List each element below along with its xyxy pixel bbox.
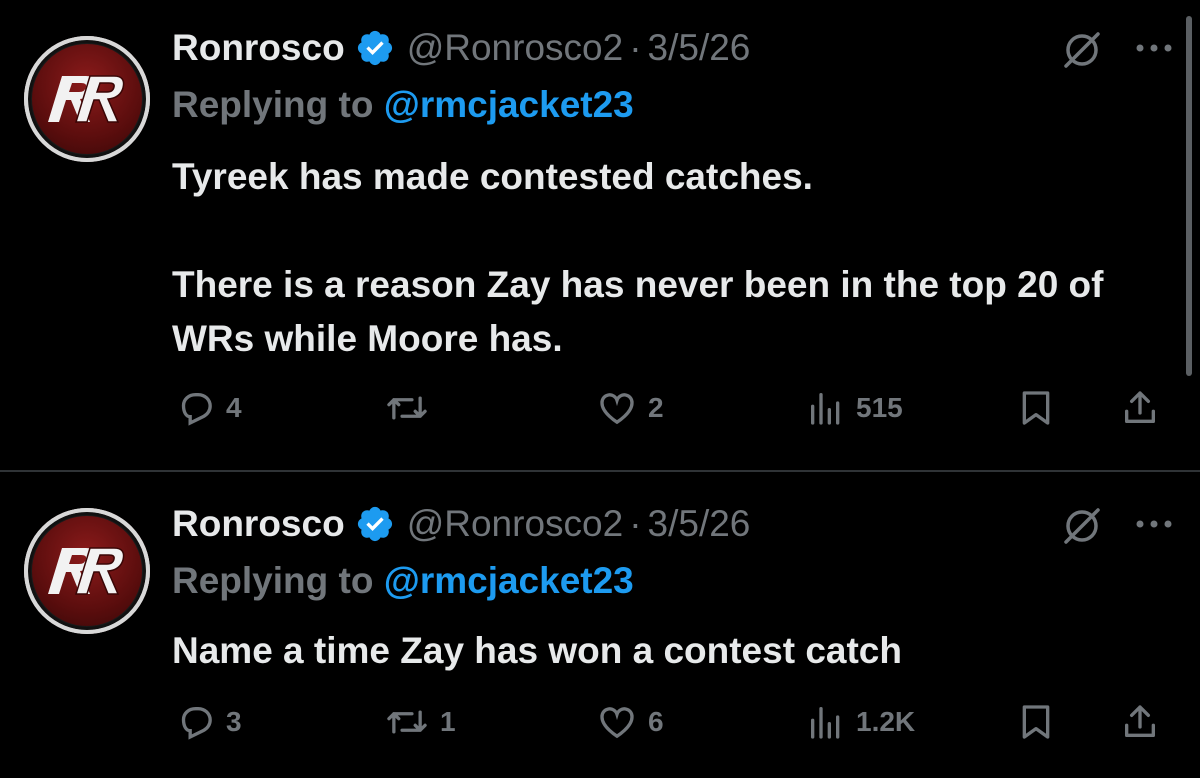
like-icon bbox=[600, 393, 634, 425]
separator: · bbox=[629, 503, 642, 544]
verified-badge-icon[interactable] bbox=[355, 28, 395, 68]
rr-logo-icon bbox=[48, 75, 125, 123]
reply-prefix: Replying to bbox=[172, 84, 374, 125]
reply-context: Replying to @rmcjacket23 bbox=[172, 84, 634, 126]
handle[interactable]: @Ronrosco2 bbox=[407, 503, 624, 545]
share-icon bbox=[1125, 391, 1155, 423]
views-count: 1.2K bbox=[856, 706, 916, 737]
repost-count: 1 bbox=[440, 706, 456, 737]
bookmark-icon bbox=[1022, 705, 1050, 739]
like-icon bbox=[600, 707, 634, 739]
repost-button[interactable]: 1 bbox=[384, 702, 456, 742]
like-button[interactable]: 2 bbox=[596, 388, 664, 428]
tweet-header: Ronrosco @Ronrosco2 · 3/5/26 bbox=[172, 496, 750, 552]
reply-handle-link[interactable]: @rmcjacket23 bbox=[384, 84, 634, 125]
views-icon bbox=[811, 393, 840, 425]
scrollbar[interactable] bbox=[1186, 16, 1192, 376]
reply-icon bbox=[181, 707, 212, 740]
tweet-paragraph: Name a time Zay has won a contest catch bbox=[172, 630, 902, 671]
reply-handle-link[interactable]: @rmcjacket23 bbox=[384, 560, 634, 601]
more-icon[interactable] bbox=[1134, 38, 1174, 63]
display-name[interactable]: Ronrosco bbox=[172, 503, 345, 545]
action-bar: 3 1 6 1.2K bbox=[0, 702, 1200, 746]
avatar[interactable] bbox=[24, 36, 150, 162]
reply-count: 4 bbox=[226, 392, 242, 423]
tweet-header: Ronrosco @Ronrosco2 · 3/5/26 bbox=[172, 20, 750, 76]
bookmark-button[interactable] bbox=[1016, 388, 1056, 428]
timestamp[interactable]: 3/5/26 bbox=[648, 27, 751, 69]
reply-button[interactable]: 4 bbox=[176, 388, 242, 428]
verified-badge-icon[interactable] bbox=[355, 504, 395, 544]
reply-button[interactable]: 3 bbox=[176, 702, 242, 742]
tweet-text: Tyreek has made contested catches. There… bbox=[172, 150, 1182, 366]
views-icon bbox=[811, 707, 840, 739]
repost-icon bbox=[387, 710, 427, 734]
avatar[interactable] bbox=[24, 508, 150, 634]
handle[interactable]: @Ronrosco2 bbox=[407, 27, 624, 69]
display-name[interactable]: Ronrosco bbox=[172, 27, 345, 69]
share-icon bbox=[1125, 705, 1155, 737]
action-bar: 4 2 515 bbox=[0, 388, 1200, 432]
separator: · bbox=[629, 27, 642, 68]
reply-icon bbox=[181, 393, 212, 426]
tweet[interactable]: Ronrosco @Ronrosco2 · 3/5/26 Replying to… bbox=[0, 0, 1200, 470]
repost-button[interactable] bbox=[384, 388, 440, 428]
views-button[interactable]: 515 bbox=[806, 388, 903, 428]
tweet-text: Name a time Zay has won a contest catch bbox=[172, 624, 1182, 678]
like-count: 2 bbox=[648, 392, 664, 423]
like-button[interactable]: 6 bbox=[596, 702, 664, 742]
like-count: 6 bbox=[648, 706, 664, 737]
reply-prefix: Replying to bbox=[172, 560, 374, 601]
grok-icon[interactable] bbox=[1060, 504, 1104, 553]
timestamp[interactable]: 3/5/26 bbox=[648, 503, 751, 545]
share-button[interactable] bbox=[1120, 388, 1160, 428]
more-icon[interactable] bbox=[1134, 514, 1174, 539]
rr-logo-icon bbox=[48, 547, 125, 595]
share-button[interactable] bbox=[1120, 702, 1160, 742]
tweet[interactable]: Ronrosco @Ronrosco2 · 3/5/26 Replying to… bbox=[0, 472, 1200, 778]
repost-icon bbox=[387, 396, 427, 420]
reply-count: 3 bbox=[226, 706, 242, 737]
reply-context: Replying to @rmcjacket23 bbox=[172, 560, 634, 602]
tweet-paragraph: Tyreek has made contested catches. bbox=[172, 156, 813, 197]
views-button[interactable]: 1.2K bbox=[806, 702, 915, 742]
bookmark-icon bbox=[1022, 391, 1050, 425]
tweet-paragraph: There is a reason Zay has never been in … bbox=[172, 264, 1104, 359]
bookmark-button[interactable] bbox=[1016, 702, 1056, 742]
grok-icon[interactable] bbox=[1060, 28, 1104, 77]
views-count: 515 bbox=[856, 392, 903, 423]
